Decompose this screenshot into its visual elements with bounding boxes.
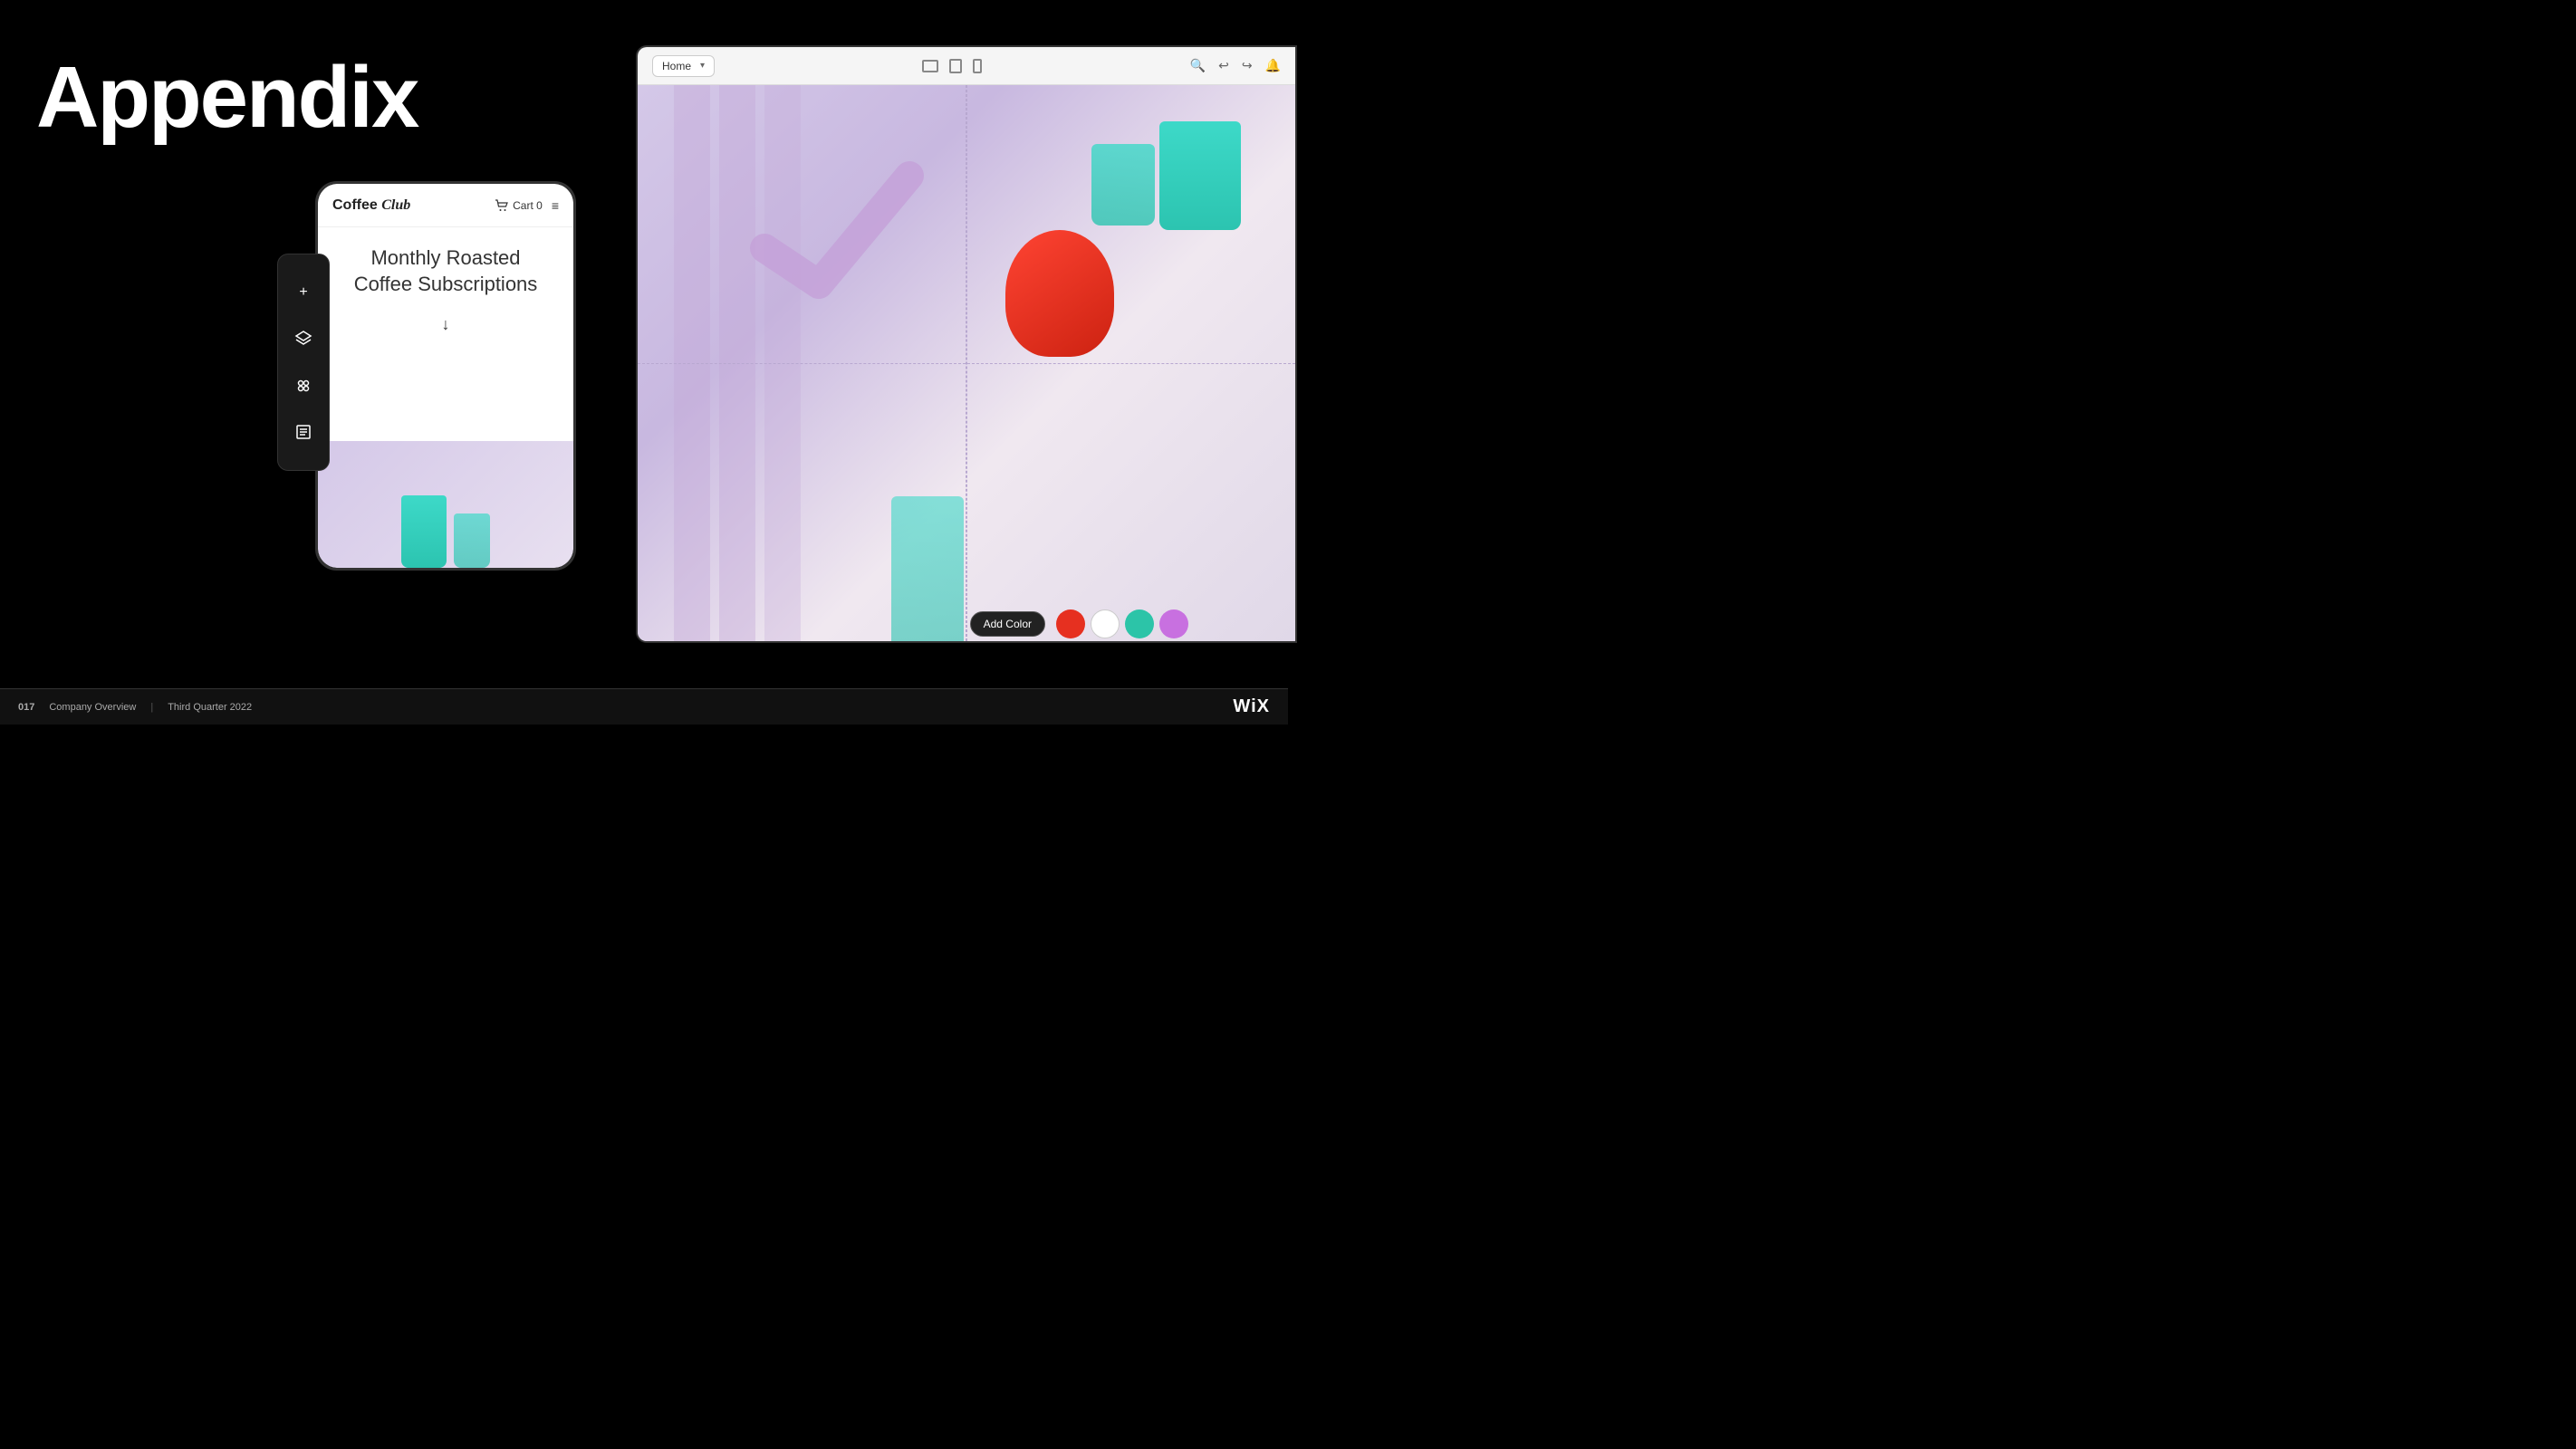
bottom-bar-left: 017 Company Overview | Third Quarter 202… (18, 702, 252, 713)
mobile-preview-frame: Coffee Club Cart 0 ≡ Monthly Roasted (315, 181, 576, 571)
mobile-image-section (318, 441, 573, 568)
cart-label: Cart 0 (513, 199, 543, 212)
page-number: 017 (18, 702, 34, 713)
mobile-header: Coffee Club Cart 0 ≡ (318, 184, 573, 227)
nav-arrow: ▾ (700, 61, 705, 71)
editor-toolbar: Home ▾ 🔍 ↩ ↪ 🔔 (638, 47, 1295, 85)
mobile-inner: Coffee Club Cart 0 ≡ Monthly Roasted (318, 184, 573, 568)
mobile-title-line1: Monthly Roasted (370, 246, 520, 269)
nav-label: Home (662, 60, 691, 72)
editor-canvas (638, 85, 1295, 641)
tablet-icon[interactable] (949, 59, 962, 73)
company-name: Company Overview (49, 702, 136, 713)
mobile-teal-cup (401, 495, 447, 568)
page-title: Appendix (36, 54, 418, 141)
add-color-button[interactable]: Add Color (970, 611, 1045, 637)
editor-frame: Home ▾ 🔍 ↩ ↪ 🔔 (636, 45, 1297, 643)
zoom-icon[interactable]: 🔍 (1190, 58, 1206, 73)
mobile-logo: Coffee Club (332, 197, 410, 214)
teal-cup-medium (1091, 144, 1155, 226)
mobile-title-line2: Coffee Subscriptions (354, 273, 538, 295)
quarter-label: Third Quarter 2022 (168, 702, 252, 713)
bell-icon[interactable]: 🔔 (1265, 58, 1281, 73)
mobile-cart[interactable]: Cart 0 (495, 199, 543, 212)
teal-cup-large (1159, 121, 1241, 230)
red-capsule (1005, 230, 1114, 357)
wix-logo: WiX (1233, 696, 1270, 717)
color-swatches (1056, 609, 1188, 638)
mobile-content: Monthly Roasted Coffee Subscriptions ↓ (318, 227, 573, 441)
mobile-header-right: Cart 0 ≡ (495, 198, 559, 213)
swatch-red[interactable] (1056, 609, 1085, 638)
swatch-purple[interactable] (1159, 609, 1188, 638)
divider: | (150, 702, 153, 713)
desktop-icon[interactable] (922, 60, 938, 72)
apps-icon[interactable] (291, 373, 316, 398)
device-icons (922, 59, 982, 73)
horizontal-guideline (638, 363, 1295, 364)
swatch-white[interactable] (1091, 609, 1120, 638)
swatch-teal[interactable] (1125, 609, 1154, 638)
add-tool-icon[interactable]: + (291, 280, 316, 305)
mobile-teal-cup-small (454, 513, 490, 568)
color-picker-panel: Add Color (970, 609, 1188, 638)
phone-icon[interactable] (973, 59, 982, 73)
mobile-title: Monthly Roasted Coffee Subscriptions (354, 245, 538, 297)
teal-cup-bottom (891, 496, 964, 641)
mobile-menu-icon[interactable]: ≡ (552, 198, 559, 213)
pages-icon[interactable] (291, 419, 316, 445)
abstract-check-shape (746, 139, 928, 321)
scroll-arrow: ↓ (442, 315, 450, 334)
undo-icon[interactable]: ↩ (1218, 58, 1229, 73)
logo-italic: Club (381, 197, 410, 213)
toolbar-right-icons: 🔍 ↩ ↪ 🔔 (1190, 58, 1281, 73)
bottom-bar: 017 Company Overview | Third Quarter 202… (0, 688, 1288, 724)
nav-dropdown[interactable]: Home ▾ (652, 55, 715, 77)
layers-icon[interactable] (291, 326, 316, 351)
left-sidebar-toolbar: + (277, 254, 330, 471)
logo-text: Coffee (332, 197, 378, 213)
redo-icon[interactable]: ↪ (1242, 58, 1253, 73)
